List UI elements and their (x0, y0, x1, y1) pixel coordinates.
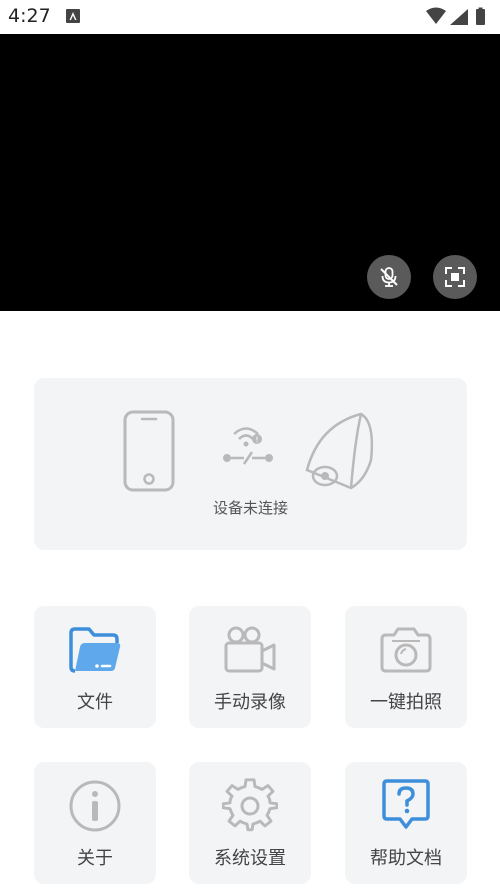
photo-camera-icon (380, 627, 432, 673)
phone-icon (123, 410, 175, 492)
status-bar: 4:27 (0, 0, 500, 34)
signal-icon (450, 9, 468, 25)
connection-status-card[interactable]: ! 设备未连接 (34, 378, 467, 550)
system-settings-label: 系统设置 (214, 848, 286, 869)
files-label: 文件 (77, 692, 113, 713)
battery-icon (476, 9, 485, 25)
disconnected-link-icon: ! (223, 427, 273, 465)
folder-icon (69, 627, 121, 673)
wifi-icon (426, 7, 446, 24)
gear-icon (222, 778, 278, 832)
svg-text:!: ! (255, 436, 258, 445)
manual-record-label: 手动录像 (214, 692, 286, 713)
help-docs-label: 帮助文档 (370, 848, 442, 869)
about-label: 关于 (77, 848, 113, 869)
system-status-icons (426, 7, 485, 25)
video-camera-icon (224, 626, 276, 673)
help-docs-button[interactable]: 帮助文档 (345, 762, 467, 884)
about-button[interactable]: 关于 (34, 762, 156, 884)
snapshot-button[interactable]: 一键拍照 (345, 606, 467, 728)
manual-record-button[interactable]: 手动录像 (189, 606, 311, 728)
mic-off-icon (380, 267, 398, 287)
connection-status-text: 设备未连接 (212, 499, 288, 517)
mute-button[interactable] (367, 255, 411, 299)
help-icon (382, 779, 430, 829)
camera-device-icon (305, 412, 374, 490)
system-settings-button[interactable]: 系统设置 (189, 762, 311, 884)
status-time: 4:27 (8, 5, 51, 27)
files-button[interactable]: 文件 (34, 606, 156, 728)
fullscreen-icon (445, 267, 465, 287)
snapshot-label: 一键拍照 (370, 692, 442, 713)
info-icon (69, 780, 121, 832)
video-preview[interactable] (0, 34, 500, 311)
notification-icon (66, 9, 80, 23)
fullscreen-button[interactable] (433, 255, 477, 299)
